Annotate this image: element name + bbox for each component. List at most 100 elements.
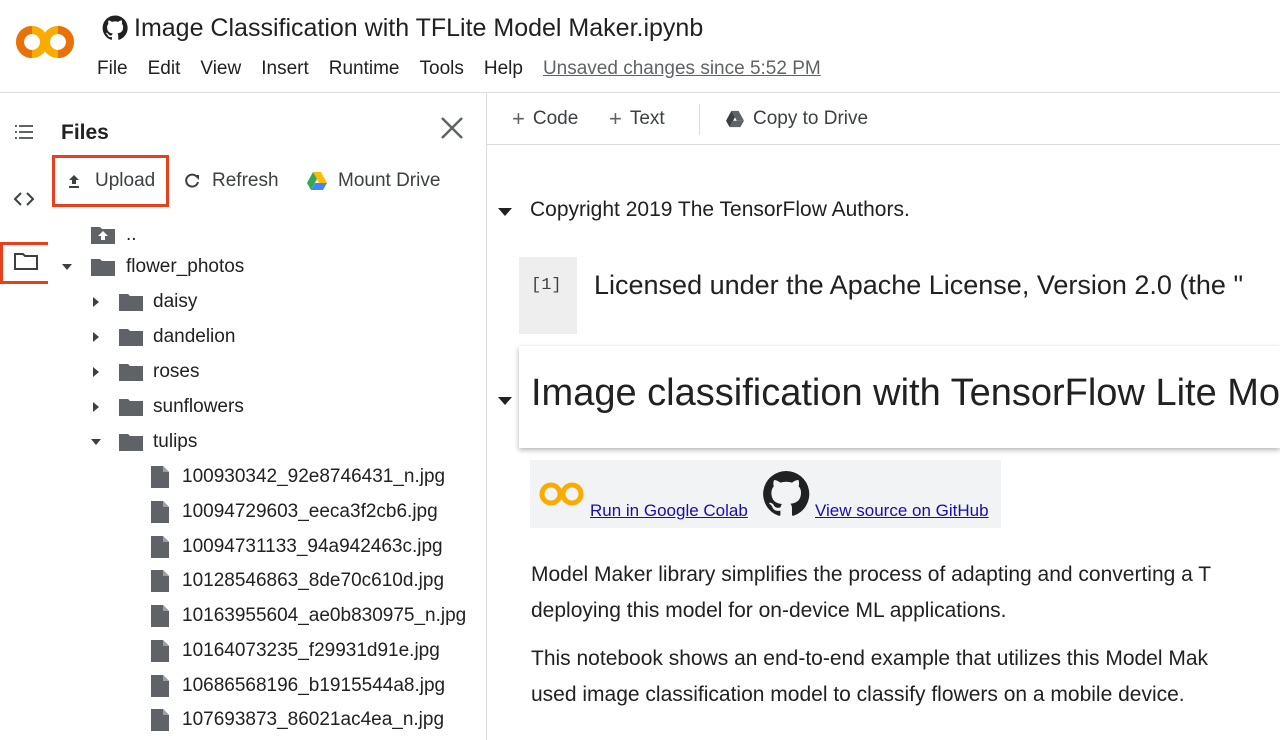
copy-to-drive-label: Copy to Drive [753,108,869,129]
add-text-label: Text [629,108,665,129]
menu-edit[interactable]: Edit [148,58,181,80]
section-heading: Image classification with TensorFlow Lit… [531,372,1280,414]
folder-icon [118,432,144,452]
caret-right-icon[interactable] [86,366,106,378]
file-icon [150,569,170,593]
menu-tools[interactable]: Tools [420,58,464,80]
tree-folder-label: daisy [153,291,198,312]
tree-folder-tulips[interactable]: tulips [86,426,197,458]
tree-file-label: 10094731133_94a942463c.jpg [182,536,443,557]
section-collapse-icon[interactable] [497,393,513,411]
cell-execution-count: [1] [531,276,562,295]
tree-file[interactable]: 10128546863_8de70c610d.jpg [150,565,480,597]
upload-icon [65,172,83,190]
tree-folder-roses[interactable]: roses [86,356,199,388]
caret-right-icon[interactable] [86,401,106,413]
tree-file[interactable]: 107693873_86021ac4ea_n.jpg [150,704,480,736]
colab-logo[interactable] [14,22,76,62]
tree-folder-flower-photos[interactable]: flower_photos [57,251,244,283]
menu-runtime[interactable]: Runtime [329,58,400,80]
tree-file[interactable]: 10686568196_b1915544a8.jpg [150,670,480,702]
file-icon [150,500,170,524]
refresh-button[interactable]: Refresh [182,166,279,196]
tree-file-label: 10128546863_8de70c610d.jpg [182,570,445,591]
file-icon [150,465,170,489]
notebook-title[interactable]: Image Classification with TFLite Model M… [134,14,703,43]
refresh-icon [182,171,202,191]
folder-icon [118,397,144,417]
tree-file[interactable]: 10163955604_ae0b830975_n.jpg [150,600,480,632]
tree-file[interactable]: 10164073235_f29931d91e.jpg [150,635,480,667]
folder-icon [118,292,144,312]
tree-folder-label: tulips [153,431,198,452]
folder-icon [118,362,144,382]
folder-icon [118,327,144,347]
upload-label: Upload [95,170,156,191]
tree-file[interactable]: 10094731133_94a942463c.jpg [150,531,480,563]
menu-help[interactable]: Help [484,58,523,80]
code-cell-gutter[interactable] [519,257,577,334]
paragraph-line: deploying this model for on-device ML ap… [531,599,1007,622]
tree-folder-sunflowers[interactable]: sunflowers [86,391,244,423]
tree-parent-label: .. [126,224,137,245]
file-icon [150,639,170,663]
mount-drive-label: Mount Drive [338,170,441,191]
tree-file-label: 10163955604_ae0b830975_n.jpg [182,605,467,626]
code-snippets-button[interactable] [0,183,48,219]
folder-up-icon [90,225,116,245]
upload-button[interactable]: Upload [52,155,169,207]
tree-file-label: 10686568196_b1915544a8.jpg [182,675,446,696]
tree-folder-dandelion[interactable]: dandelion [86,321,235,353]
colab-badge-icon [537,480,587,513]
paragraph-line: used image classification model to class… [531,683,1185,706]
file-icon [150,535,170,559]
tree-file-label: 100930342_92e8746431_n.jpg [182,466,446,487]
tree-file[interactable]: 100930342_92e8746431_n.jpg [150,461,480,493]
notebook-title-row: Image Classification with TFLite Model M… [102,12,703,44]
tree-folder-daisy[interactable]: daisy [86,286,197,318]
plus-icon: + [609,106,622,131]
close-icon [438,117,466,146]
caret-right-icon[interactable] [86,331,106,343]
tree-file-label: 10094729603_eeca3f2cb6.jpg [182,501,438,522]
files-panel-title: Files [61,121,109,144]
section-collapse-icon[interactable] [497,204,513,222]
tree-folder-label: flower_photos [126,256,245,277]
add-code-label: Code [532,108,579,129]
list-icon [12,120,36,149]
folder-outline-icon [13,249,39,278]
view-on-github-link[interactable]: View source on GitHub [815,501,989,521]
tree-file-label: 107693873_86021ac4ea_n.jpg [182,709,445,730]
file-icon [150,604,170,628]
menu-file[interactable]: File [97,58,128,80]
folder-icon [90,257,116,277]
google-drive-icon [306,171,328,191]
tree-folder-label: sunflowers [153,396,244,417]
section-heading: Copyright 2019 The TensorFlow Authors. [530,198,910,221]
menu-insert[interactable]: Insert [261,58,309,80]
file-icon [150,674,170,698]
run-in-colab-link[interactable]: Run in Google Colab [590,501,748,521]
tree-file[interactable]: 10094729603_eeca3f2cb6.jpg [150,496,480,528]
caret-down-icon[interactable] [57,263,77,271]
menu-view[interactable]: View [200,58,241,80]
unsaved-changes-link[interactable]: Unsaved changes since 5:52 PM [543,58,821,80]
file-icon [150,708,170,732]
caret-right-icon[interactable] [86,296,106,308]
menu-bar: File Edit View Insert Runtime Tools Help… [97,57,821,81]
files-rail-button[interactable] [0,242,52,284]
add-text-button[interactable]: + Text [609,105,665,133]
cell-text[interactable]: Licensed under the Apache License, Versi… [594,270,1243,301]
google-drive-icon [725,110,745,128]
tree-folder-label: roses [153,361,200,382]
refresh-label: Refresh [212,170,279,191]
table-of-contents-button[interactable] [0,116,48,152]
close-panel-button[interactable] [438,114,466,142]
add-code-button[interactable]: + Code [512,105,578,133]
paragraph-line: Model Maker library simplifies the proce… [531,563,1212,586]
tree-parent-dir[interactable]: .. [90,219,137,251]
copy-to-drive-button[interactable]: Copy to Drive [725,105,868,133]
mount-drive-button[interactable]: Mount Drive [306,166,440,196]
caret-down-icon[interactable] [86,438,106,446]
notebook-toolbar [487,93,1280,145]
